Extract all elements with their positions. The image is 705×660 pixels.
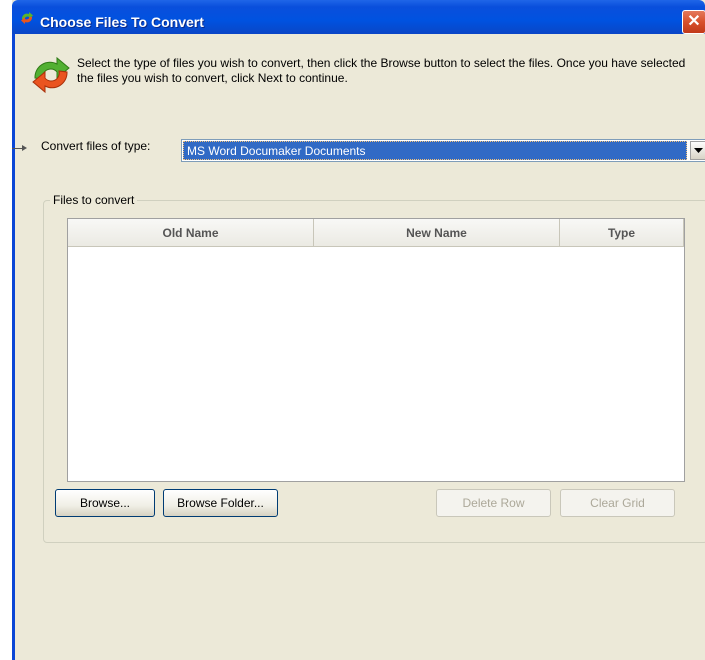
column-header-new-name[interactable]: New Name <box>314 219 560 246</box>
instruction-text: Select the type of files you wish to con… <box>77 56 686 85</box>
close-button[interactable]: ✕ <box>682 10 705 34</box>
files-grid[interactable]: Old Name New Name Type <box>67 218 685 482</box>
column-header-old-name[interactable]: Old Name <box>68 219 314 246</box>
dialog-window: Choose Files To Convert ✕ Select the typ… <box>12 0 705 660</box>
dialog-title: Choose Files To Convert <box>40 14 204 30</box>
delete-row-button[interactable]: Delete Row <box>436 489 551 517</box>
title-bar[interactable]: Choose Files To Convert ✕ <box>12 0 705 34</box>
column-header-type[interactable]: Type <box>560 219 684 246</box>
file-type-label: Convert files of type: <box>41 139 151 153</box>
file-type-dropdown[interactable]: MS Word Documaker Documents <box>181 139 705 162</box>
browse-folder-button[interactable]: Browse Folder... <box>163 489 278 517</box>
dropdown-arrow-button[interactable] <box>690 141 705 160</box>
window-frame <box>12 34 15 660</box>
convert-arrows-icon <box>32 56 70 94</box>
chevron-down-icon <box>694 147 703 153</box>
files-group-legend: Files to convert <box>50 193 138 207</box>
browse-button[interactable]: Browse... <box>55 489 155 517</box>
pointer-arrow-icon <box>22 145 27 151</box>
file-type-selected-value: MS Word Documaker Documents <box>183 141 687 160</box>
convert-arrows-icon <box>21 12 33 24</box>
grid-header: Old Name New Name Type <box>68 219 684 247</box>
clear-grid-button[interactable]: Clear Grid <box>560 489 675 517</box>
